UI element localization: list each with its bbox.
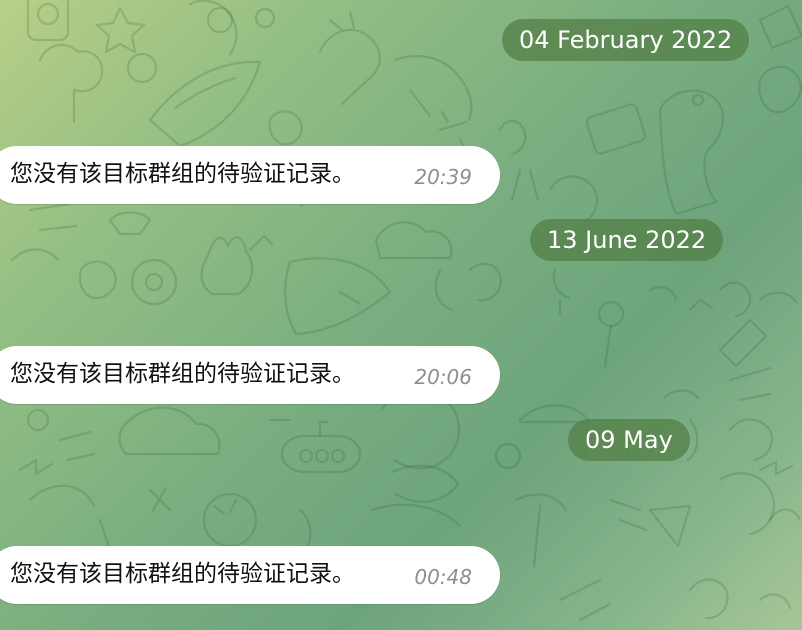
date-label: 09 May: [585, 426, 673, 454]
date-label: 13 June 2022: [547, 226, 707, 254]
message-list[interactable]: 04 February 2022 您没有该目标群组的待验证记录。 20:39 1…: [0, 0, 802, 630]
message-timestamp: 20:06: [414, 365, 472, 389]
message-timestamp: 00:48: [414, 565, 472, 589]
date-separator: 13 June 2022: [530, 219, 724, 261]
message-text: 您没有该目标群组的待验证记录。: [10, 361, 355, 387]
date-separator: 09 May: [568, 419, 690, 461]
date-separator: 04 February 2022: [502, 19, 750, 61]
message-bubble[interactable]: 您没有该目标群组的待验证记录。 20:39: [0, 146, 500, 204]
message-bubble[interactable]: 您没有该目标群组的待验证记录。 20:06: [0, 346, 500, 404]
message-text: 您没有该目标群组的待验证记录。: [10, 161, 355, 187]
message-bubble[interactable]: 您没有该目标群组的待验证记录。 00:48: [0, 546, 500, 604]
date-label: 04 February 2022: [519, 26, 733, 54]
message-timestamp: 20:39: [414, 165, 472, 189]
message-text: 您没有该目标群组的待验证记录。: [10, 561, 355, 587]
